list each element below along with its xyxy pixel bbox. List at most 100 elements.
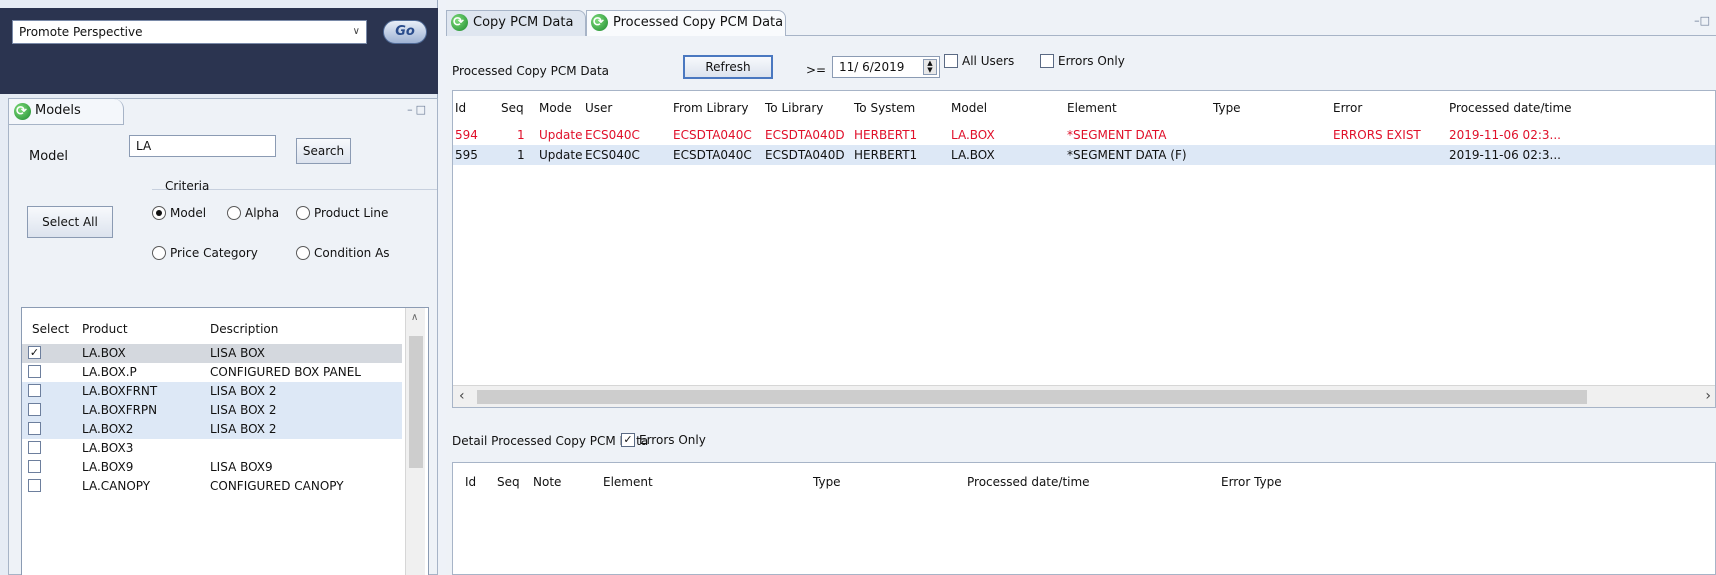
- tab-copy-pcm-data[interactable]: Copy PCM Data: [446, 10, 586, 36]
- list-item[interactable]: ✓ LA.BOX LISA BOX: [22, 344, 402, 363]
- date-field[interactable]: 11/ 6/2019 ▲ ▼: [832, 56, 940, 78]
- refresh-icon: [591, 11, 608, 35]
- column-header-to-system[interactable]: To System: [854, 101, 915, 115]
- perspective-bar: Promote Perspective ∨ Go: [0, 8, 438, 94]
- column-header-processed-datetime[interactable]: Processed date/time: [967, 475, 1090, 489]
- radio-model[interactable]: Model: [152, 206, 206, 220]
- left-panel: Promote Perspective ∨ Go Models –□ Model…: [0, 0, 438, 575]
- cell-user: ECS040C: [585, 128, 640, 142]
- vertical-scrollbar[interactable]: ∧: [405, 308, 425, 575]
- column-header-error[interactable]: Error: [1333, 101, 1362, 115]
- table-row[interactable]: 595 1 Update ECS040C ECSDTA040C ECSDTA04…: [453, 145, 1715, 165]
- row-checkbox[interactable]: [28, 460, 41, 473]
- scroll-up-icon[interactable]: ∧: [411, 312, 418, 323]
- description-cell: LISA BOX: [210, 346, 266, 360]
- list-item[interactable]: LA.BOX3: [22, 439, 402, 458]
- perspective-select[interactable]: Promote Perspective ∨: [12, 20, 367, 44]
- column-header-user[interactable]: User: [585, 101, 612, 115]
- tab-processed-copy-pcm-data[interactable]: Processed Copy PCM Data: [586, 10, 786, 36]
- search-button[interactable]: Search: [296, 138, 351, 164]
- chevron-down-icon[interactable]: ∨: [353, 21, 360, 43]
- radio-dot: [227, 206, 241, 220]
- column-header-id[interactable]: Id: [455, 101, 466, 115]
- radio-label: Alpha: [245, 206, 280, 220]
- scroll-left-icon[interactable]: ‹: [459, 388, 465, 404]
- cell-processed-datetime: 2019-11-06 02:3...: [1449, 148, 1561, 162]
- column-header-type[interactable]: Type: [1213, 101, 1241, 115]
- list-item[interactable]: LA.BOX9 LISA BOX9: [22, 458, 402, 477]
- row-checkbox[interactable]: [28, 365, 41, 378]
- column-header-seq[interactable]: Seq: [501, 101, 524, 115]
- scrollbar-thumb[interactable]: [477, 390, 1587, 404]
- select-all-button[interactable]: Select All: [27, 206, 113, 238]
- radio-label: Model: [170, 206, 207, 220]
- checkbox-box: [1040, 54, 1054, 68]
- radio-condition-as[interactable]: Condition As: [296, 246, 390, 260]
- column-header-model[interactable]: Model: [951, 101, 987, 115]
- cell-model: LA.BOX: [951, 148, 995, 162]
- right-panel: Copy PCM Data Processed Copy PCM Data –□…: [446, 0, 1716, 575]
- scrollbar-thumb[interactable]: [409, 336, 423, 468]
- column-header-product[interactable]: Product: [82, 322, 128, 336]
- product-cell: LA.BOX3: [82, 441, 134, 455]
- column-header-element[interactable]: Element: [1067, 101, 1117, 115]
- radio-label: Price Category: [170, 246, 258, 260]
- model-search-input[interactable]: LA: [129, 135, 276, 157]
- product-list: Select Product Description ✓ LA.BOX LISA…: [21, 307, 429, 575]
- column-header-note[interactable]: Note: [533, 475, 561, 489]
- errors-only-checkbox[interactable]: Errors Only: [1040, 54, 1125, 68]
- cell-mode: Update: [539, 128, 583, 142]
- refresh-button[interactable]: Refresh: [683, 55, 773, 79]
- column-header-to-library[interactable]: To Library: [765, 101, 823, 115]
- table-row[interactable]: 594 1 Update ECS040C ECSDTA040C ECSDTA04…: [453, 125, 1715, 145]
- horizontal-scrollbar[interactable]: ‹ ›: [453, 385, 1715, 407]
- list-item[interactable]: LA.BOX2 LISA BOX 2: [22, 420, 402, 439]
- column-header-error-type[interactable]: Error Type: [1221, 475, 1282, 489]
- column-header-mode[interactable]: Mode: [539, 101, 572, 115]
- tab-strip: Copy PCM Data Processed Copy PCM Data –□: [446, 6, 1716, 36]
- refresh-icon: [14, 100, 31, 124]
- column-header-from-library[interactable]: From Library: [673, 101, 749, 115]
- list-item[interactable]: LA.BOX.P CONFIGURED BOX PANEL: [22, 363, 402, 382]
- row-checkbox[interactable]: [28, 479, 41, 492]
- cell-id: 595: [455, 148, 478, 162]
- go-button[interactable]: Go: [383, 20, 427, 44]
- detail-errors-only-checkbox[interactable]: ✓ Errors Only: [621, 433, 706, 447]
- row-checkbox[interactable]: [28, 384, 41, 397]
- cell-element: *SEGMENT DATA (F): [1067, 148, 1187, 162]
- checkbox-box: ✓: [621, 433, 635, 447]
- column-header-id[interactable]: Id: [465, 475, 476, 489]
- minimize-maximize-icon[interactable]: –□: [407, 103, 429, 116]
- criteria-group: [152, 189, 437, 279]
- scroll-right-icon[interactable]: ›: [1705, 388, 1711, 404]
- column-header-select[interactable]: Select: [32, 322, 69, 336]
- list-item[interactable]: LA.BOXFRPN LISA BOX 2: [22, 401, 402, 420]
- models-tab[interactable]: Models: [9, 99, 124, 125]
- cell-mode: Update: [539, 148, 583, 162]
- criteria-label: Criteria: [165, 179, 210, 193]
- column-header-type[interactable]: Type: [813, 475, 841, 489]
- column-header-processed-datetime[interactable]: Processed date/time: [1449, 101, 1572, 115]
- radio-dot: [152, 246, 166, 260]
- radio-product-line[interactable]: Product Line: [296, 206, 388, 220]
- column-header-seq[interactable]: Seq: [497, 475, 520, 489]
- list-item[interactable]: LA.CANOPY CONFIGURED CANOPY: [22, 477, 402, 496]
- row-checkbox[interactable]: [28, 403, 41, 416]
- detail-section-label: Detail Processed Copy PCM Data: [452, 434, 649, 448]
- date-spinner-icon[interactable]: ▲ ▼: [923, 59, 937, 75]
- column-header-description[interactable]: Description: [210, 322, 278, 336]
- list-item[interactable]: LA.BOXFRNT LISA BOX 2: [22, 382, 402, 401]
- column-header-element[interactable]: Element: [603, 475, 653, 489]
- radio-alpha[interactable]: Alpha: [227, 206, 279, 220]
- row-checkbox[interactable]: ✓: [28, 346, 41, 359]
- minimize-maximize-icon[interactable]: –□: [1694, 14, 1710, 27]
- checkbox-label: Errors Only: [639, 433, 706, 447]
- row-checkbox[interactable]: [28, 422, 41, 435]
- row-checkbox[interactable]: [28, 441, 41, 454]
- description-cell: LISA BOX 2: [210, 403, 277, 417]
- checkbox-box: [944, 54, 958, 68]
- all-users-checkbox[interactable]: All Users: [944, 54, 1014, 68]
- cell-from-library: ECSDTA040C: [673, 148, 752, 162]
- radio-price-category[interactable]: Price Category: [152, 246, 258, 260]
- description-cell: LISA BOX 2: [210, 384, 277, 398]
